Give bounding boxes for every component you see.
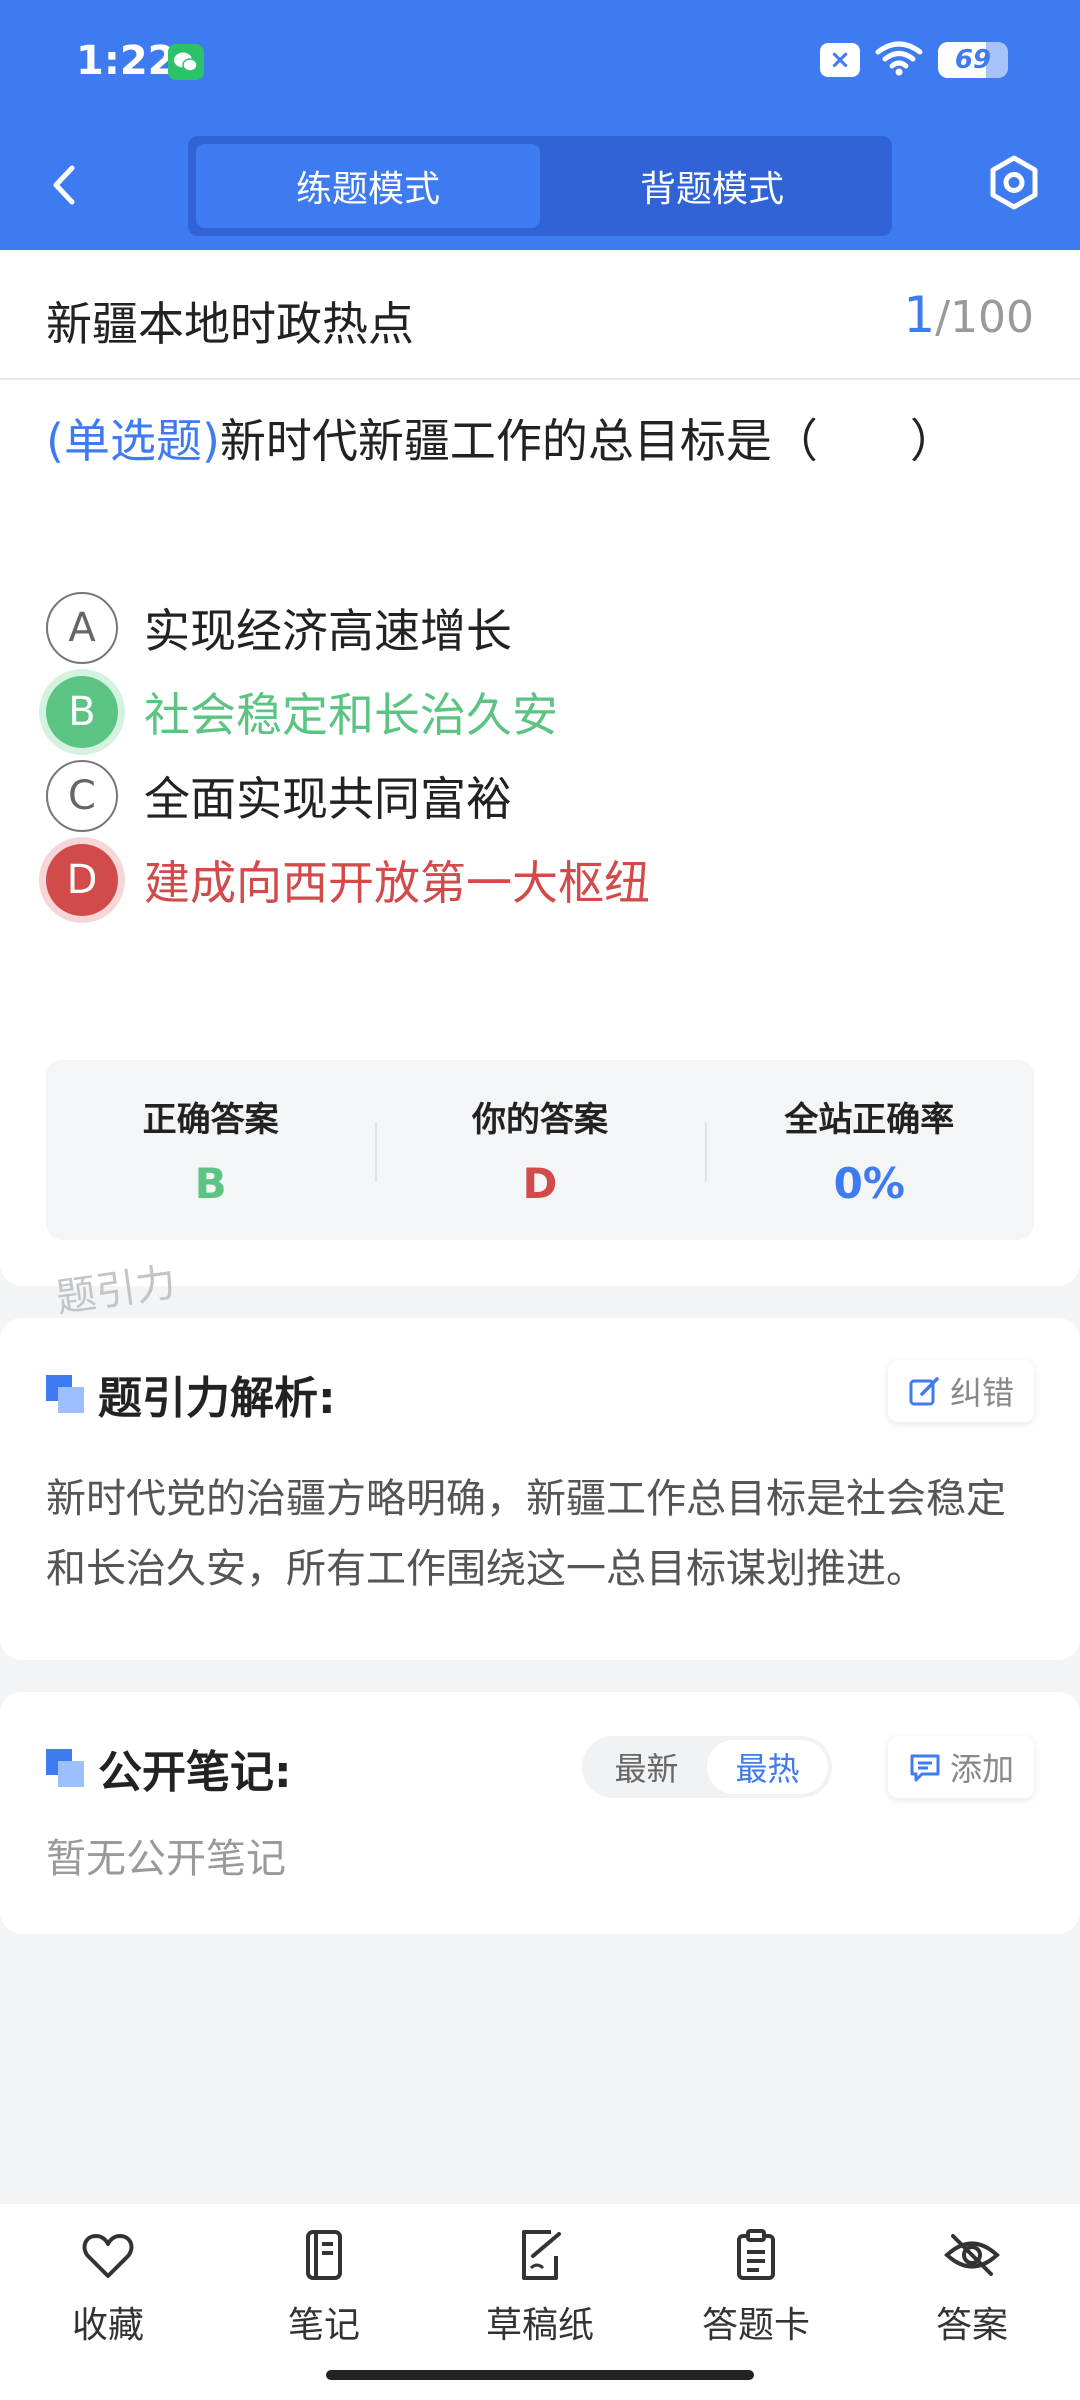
nav-label: 答案 [935, 2305, 1008, 2346]
report-error-button[interactable]: 纠错 [887, 1360, 1034, 1422]
answer-sheet-icon [737, 2229, 775, 2280]
battery-level: 69 [954, 45, 992, 75]
status-icons: × 69 [820, 40, 1008, 80]
option-text: 建成向西开放第一大枢纽 [144, 856, 650, 910]
question-text: 新时代新疆工作的总目标是（ ） [219, 414, 956, 468]
sort-hottest[interactable]: 最热 [707, 1740, 828, 1794]
option-d[interactable]: D 建成向西开放第一大枢纽 [46, 840, 650, 920]
stat-your-answer: 你的答案 D [375, 1060, 704, 1240]
section-squares-icon [46, 1375, 84, 1413]
stat-accuracy-rate: 全站正确率 0% [704, 1060, 1034, 1240]
sort-newest[interactable]: 最新 [586, 1740, 707, 1794]
analysis-card: 题引力解析: 纠错 新时代党的治疆方略明确，新疆工作总目标是社会稳定和长治久安，… [0, 1318, 1080, 1660]
option-text: 实现经济高速增长 [144, 604, 512, 658]
stat-value: 0% [833, 1159, 905, 1208]
status-bar: 1:22 × 69 [0, 0, 1080, 120]
option-b[interactable]: B 社会稳定和长治久安 [46, 672, 558, 752]
back-button[interactable] [40, 150, 90, 220]
nav-label: 草稿纸 [485, 2305, 594, 2346]
wechat-icon [168, 44, 204, 80]
nav-favorite[interactable]: 收藏 [0, 2204, 216, 2400]
nav-label: 笔记 [287, 2305, 360, 2346]
tab-practice-mode[interactable]: 练题模式 [196, 144, 540, 228]
question-header: 新疆本地时政热点 1/100 [0, 250, 1080, 380]
stat-label: 你的答案 [471, 1100, 608, 1140]
analysis-title-text: 题引力解析: [98, 1373, 336, 1424]
notes-card: 公开笔记: 最新 最热 添加 暂无公开笔记 [0, 1692, 1080, 1934]
add-note-button[interactable]: 添加 [887, 1736, 1034, 1798]
tab-memorize-mode[interactable]: 背题模式 [540, 144, 884, 228]
question-text-block: (单选题)新时代新疆工作的总目标是（ ） [46, 406, 1036, 476]
report-error-label: 纠错 [949, 1374, 1014, 1412]
option-letter: B [46, 676, 118, 748]
section-squares-icon [46, 1749, 84, 1787]
notebook-icon [306, 2230, 342, 2280]
sim-blocked-icon: × [820, 43, 860, 77]
eye-off-icon [944, 2234, 1000, 2276]
total-questions: /100 [935, 292, 1034, 343]
home-indicator[interactable] [326, 2370, 754, 2380]
edit-icon [909, 1377, 939, 1406]
stat-label: 正确答案 [142, 1100, 279, 1140]
stat-value: B [194, 1159, 227, 1208]
current-question-number: 1 [903, 286, 936, 344]
option-letter: A [46, 592, 118, 664]
option-text: 社会稳定和长治久安 [144, 688, 558, 742]
stat-value: D [522, 1159, 558, 1208]
wifi-icon [874, 40, 924, 80]
stat-correct-answer: 正确答案 B [46, 1060, 375, 1240]
question-category: 新疆本地时政热点 [46, 297, 414, 351]
comment-icon [910, 1754, 940, 1782]
option-text: 全面实现共同富裕 [144, 772, 512, 826]
option-letter: D [46, 844, 118, 916]
settings-icon [990, 155, 1038, 210]
option-c[interactable]: C 全面实现共同富裕 [46, 756, 512, 836]
analysis-title: 题引力解析: [46, 1362, 336, 1426]
empty-notes-text: 暂无公开笔记 [46, 1836, 286, 1882]
draft-paper-icon [522, 2230, 561, 2280]
analysis-text: 新时代党的治疆方略明确，新疆工作总目标是社会稳定和长治久安，所有工作围绕这一总目… [46, 1476, 1006, 1592]
settings-button[interactable] [984, 152, 1044, 214]
nav-label: 答题卡 [701, 2305, 810, 2346]
battery-icon: 69 [938, 42, 1008, 78]
option-a[interactable]: A 实现经济高速增长 [46, 588, 512, 668]
question-card: 新疆本地时政热点 1/100 (单选题)新时代新疆工作的总目标是（ ） A 实现… [0, 250, 1080, 1286]
question-type: (单选题) [46, 414, 220, 468]
stat-label: 全站正确率 [784, 1100, 955, 1140]
nav-label: 收藏 [71, 2305, 144, 2346]
app-header: 1:22 × 69 练题模式 背题模式 [0, 0, 1080, 250]
add-note-label: 添加 [949, 1750, 1014, 1788]
notes-title: 公开笔记: [46, 1736, 292, 1800]
heart-icon [82, 2234, 134, 2278]
question-counter[interactable]: 1/100 [903, 286, 1034, 344]
answer-stats: 正确答案 B 你的答案 D 全站正确率 0% [46, 1060, 1034, 1240]
nav-answer[interactable]: 答案 [864, 2204, 1080, 2400]
status-time: 1:22 [76, 38, 176, 84]
option-letter: C [46, 760, 118, 832]
notes-sort-toggle: 最新 最热 [582, 1736, 832, 1798]
mode-toggle: 练题模式 背题模式 [188, 136, 892, 236]
notes-title-text: 公开笔记: [98, 1747, 292, 1798]
